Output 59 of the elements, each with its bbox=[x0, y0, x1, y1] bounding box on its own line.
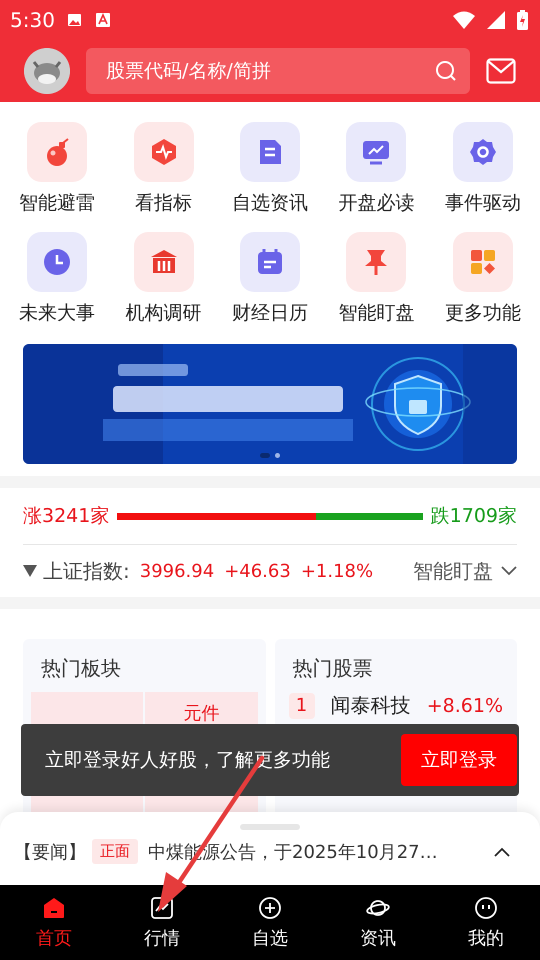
feature-button[interactable]: 财经日历 bbox=[216, 232, 324, 326]
search-field[interactable]: 股票代码/名称/简拼 bbox=[86, 48, 470, 94]
feature-button[interactable]: 看指标 bbox=[110, 122, 217, 216]
card-title: 热门板块 bbox=[40, 655, 122, 682]
clock-icon bbox=[27, 232, 88, 292]
index-name: 上证指数: bbox=[43, 558, 130, 584]
index-value: 3996.94 bbox=[140, 560, 214, 582]
grid-icon bbox=[452, 232, 513, 292]
status-time: 5:30 bbox=[10, 8, 55, 32]
index-percent: +1.18% bbox=[300, 560, 374, 582]
stock-change: +8.61% bbox=[426, 694, 503, 716]
chart-icon bbox=[150, 896, 174, 920]
feature-button[interactable]: 事件驱动 bbox=[430, 122, 536, 216]
feature-button[interactable]: 自选资讯 bbox=[216, 122, 324, 216]
pager-dot[interactable] bbox=[275, 453, 280, 458]
home-icon bbox=[42, 896, 66, 920]
feature-button[interactable]: 智能避雷 bbox=[4, 122, 110, 216]
triangle-icon[interactable] bbox=[23, 565, 37, 577]
document-icon bbox=[240, 122, 300, 182]
image-icon bbox=[66, 12, 83, 28]
feature-button[interactable]: 机构调研 bbox=[110, 232, 217, 326]
advancers-count: 涨3241家 bbox=[23, 504, 110, 529]
nav-tab[interactable]: 自选 bbox=[216, 885, 324, 960]
plus-circle-icon bbox=[258, 896, 282, 920]
wifi-icon bbox=[453, 11, 475, 29]
news-source: 【要闻】 bbox=[14, 840, 86, 864]
nav-tab[interactable]: 我的 bbox=[432, 885, 540, 960]
bomb-icon bbox=[27, 122, 88, 182]
font-icon bbox=[94, 12, 111, 28]
avatar-icon[interactable] bbox=[24, 48, 70, 94]
nav-tab[interactable]: 资讯 bbox=[324, 885, 432, 960]
nav-tab[interactable]: 首页 bbox=[0, 885, 108, 960]
face-icon bbox=[474, 896, 498, 920]
watch-button[interactable]: 智能盯盘 bbox=[413, 558, 517, 584]
nav-tab[interactable]: 行情 bbox=[108, 885, 216, 960]
battery-icon bbox=[517, 10, 528, 30]
caret-icon[interactable] bbox=[494, 846, 510, 856]
decliners-count: 跌1709家 bbox=[430, 504, 517, 529]
feature-button[interactable]: 智能盯盘 bbox=[323, 232, 430, 326]
feature-button[interactable]: 更多功能 bbox=[430, 232, 536, 326]
stock-name[interactable]: 闻泰科技 bbox=[330, 692, 413, 719]
signal-icon bbox=[487, 11, 505, 29]
chevron-icon bbox=[501, 566, 517, 576]
drag-handle[interactable] bbox=[240, 824, 300, 830]
bank-icon bbox=[134, 232, 194, 292]
rank-badge: 1 bbox=[288, 692, 314, 718]
feature-button[interactable]: 开盘必读 bbox=[323, 122, 430, 216]
search-icon[interactable] bbox=[434, 59, 458, 83]
feature-button[interactable]: 未来大事 bbox=[4, 232, 110, 326]
calendar-icon bbox=[240, 232, 300, 292]
settings-icon bbox=[452, 122, 513, 182]
pulse-icon bbox=[134, 122, 194, 182]
login-button[interactable]: 立即登录 bbox=[401, 734, 517, 786]
sentiment-tag: 正面 bbox=[92, 839, 138, 864]
card-title: 热门股票 bbox=[292, 655, 374, 682]
monitor-icon bbox=[346, 122, 406, 182]
pin-icon bbox=[346, 232, 406, 292]
index-change: +46.63 bbox=[224, 560, 291, 582]
mail-icon[interactable] bbox=[486, 58, 516, 84]
